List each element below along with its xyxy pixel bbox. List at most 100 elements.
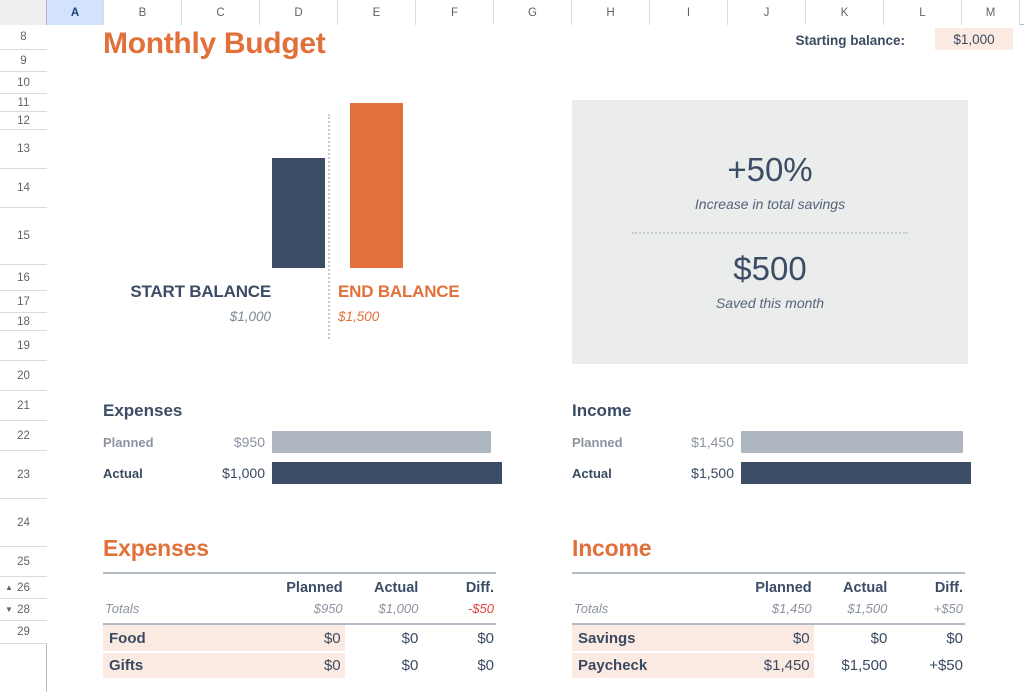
row-header-25[interactable]: 25 bbox=[0, 547, 47, 577]
comparison-income: Income Planned $1,450 Actual $1,500 bbox=[572, 401, 992, 493]
row-category[interactable]: Food bbox=[103, 625, 269, 653]
expenses-table: Planned Actual Diff. Totals $950 $1,000 … bbox=[103, 574, 496, 680]
column-header-c[interactable]: C bbox=[182, 0, 260, 25]
column-header-a[interactable]: A bbox=[47, 0, 104, 25]
expand-group-icon[interactable]: ▼ bbox=[5, 605, 13, 614]
row-planned[interactable]: $0 bbox=[269, 652, 345, 680]
totals-actual: $1,500 bbox=[847, 601, 888, 616]
totals-label: Totals bbox=[105, 601, 140, 616]
row-header-17[interactable]: 17 bbox=[0, 291, 47, 313]
row-header-28[interactable]: ▼ 28 bbox=[0, 599, 47, 621]
row-header-16[interactable]: 16 bbox=[0, 265, 47, 291]
savings-summary-panel: +50% Increase in total savings $500 Save… bbox=[572, 100, 968, 364]
column-header-j[interactable]: J bbox=[728, 0, 806, 25]
row-header-label: 11 bbox=[17, 96, 30, 109]
row-header-label: 14 bbox=[17, 182, 30, 194]
row-header-label: 12 bbox=[17, 114, 30, 127]
table-expenses: Expenses Planned Actual Diff. Totals $95… bbox=[103, 535, 496, 680]
column-header-e[interactable]: E bbox=[338, 0, 416, 25]
row-header-label: 13 bbox=[17, 143, 30, 155]
row-header-20[interactable]: 20 bbox=[0, 361, 47, 391]
row-category[interactable]: Gifts bbox=[103, 652, 269, 680]
column-header-h[interactable]: H bbox=[572, 0, 650, 25]
row-header-22[interactable]: 22 bbox=[0, 421, 47, 451]
comparison-amount: $950 bbox=[233, 434, 265, 450]
comparison-expenses-heading: Expenses bbox=[103, 401, 183, 420]
collapse-group-icon[interactable]: ▲ bbox=[5, 583, 13, 592]
comparison-amount: $1,450 bbox=[691, 434, 734, 450]
spreadsheet-app: ABCDEFGHIJKLM 8 9 10 11 12 13 14 15 16 17 18 19 20 21… bbox=[0, 0, 1024, 692]
table-row[interactable]: Food $0 $0 $0 bbox=[103, 625, 496, 653]
row-diff: +$50 bbox=[889, 652, 965, 680]
comparison-bar-planned bbox=[741, 431, 964, 453]
row-header-12[interactable]: 12 bbox=[0, 112, 47, 130]
panel-divider bbox=[632, 232, 908, 234]
row-header-9[interactable]: 9 bbox=[0, 50, 47, 72]
col-header-planned: Planned bbox=[755, 580, 812, 596]
row-header-10[interactable]: 10 bbox=[0, 72, 47, 94]
row-header-19[interactable]: 19 bbox=[0, 331, 47, 361]
totals-label: Totals bbox=[574, 601, 609, 616]
table-header-row: Planned Actual Diff. bbox=[103, 574, 496, 598]
table-row[interactable]: Gifts $0 $0 $0 bbox=[103, 652, 496, 680]
comparison-label: Actual bbox=[103, 465, 143, 481]
row-header-13[interactable]: 13 bbox=[0, 130, 47, 169]
select-all-corner[interactable] bbox=[0, 0, 47, 25]
row-actual[interactable]: $1,500 bbox=[813, 652, 890, 680]
column-header-m[interactable]: M bbox=[962, 0, 1020, 25]
row-header-label: 29 bbox=[17, 626, 30, 638]
row-actual[interactable]: $0 bbox=[344, 625, 421, 653]
row-header-26[interactable]: ▲ 26 bbox=[0, 577, 47, 599]
row-header-21[interactable]: 21 bbox=[0, 391, 47, 421]
col-header-actual: Actual bbox=[373, 580, 419, 596]
row-diff: $0 bbox=[420, 652, 496, 680]
column-header-g[interactable]: G bbox=[494, 0, 572, 25]
comparison-row: Actual $1,500 bbox=[572, 462, 992, 484]
bar-label-start-balance: START BALANCE bbox=[130, 282, 271, 301]
row-header-label: 17 bbox=[17, 295, 30, 308]
chart-divider bbox=[328, 114, 330, 339]
row-header-label: 8 bbox=[20, 31, 27, 43]
row-header-18[interactable]: 18 bbox=[0, 313, 47, 331]
row-planned[interactable]: $1,450 bbox=[738, 652, 814, 680]
col-header-planned: Planned bbox=[286, 580, 343, 596]
savings-amount-caption: Saved this month bbox=[715, 294, 825, 311]
comparison-row: Planned $1,450 bbox=[572, 431, 992, 453]
totals-planned: $950 bbox=[313, 601, 343, 616]
column-header-f[interactable]: F bbox=[416, 0, 494, 25]
row-header-11[interactable]: 11 bbox=[0, 94, 47, 112]
row-category[interactable]: Savings bbox=[572, 625, 738, 653]
table-income-heading: Income bbox=[572, 535, 652, 561]
row-actual[interactable]: $0 bbox=[344, 652, 421, 680]
column-header-l[interactable]: L bbox=[884, 0, 962, 25]
comparison-label: Planned bbox=[572, 434, 623, 450]
row-header-column: 8 9 10 11 12 13 14 15 16 17 18 19 20 21 22 23 24 25 ▲ 26 ▼ 28… bbox=[0, 25, 47, 692]
column-header-i[interactable]: I bbox=[650, 0, 728, 25]
row-header-14[interactable]: 14 bbox=[0, 169, 47, 208]
row-header-15[interactable]: 15 bbox=[0, 208, 47, 265]
totals-diff: -$50 bbox=[467, 601, 494, 616]
balance-bar-chart: START BALANCE END BALANCE $1,000 $1,500 bbox=[47, 99, 517, 364]
column-header-d[interactable]: D bbox=[260, 0, 338, 25]
row-header-29[interactable]: 29 bbox=[0, 621, 47, 644]
row-planned[interactable]: $0 bbox=[269, 625, 345, 653]
row-actual[interactable]: $0 bbox=[813, 625, 890, 653]
row-planned[interactable]: $0 bbox=[738, 625, 814, 653]
sheet-canvas: Monthly Budget Starting balance: $1,000 … bbox=[47, 25, 1024, 692]
row-header-label: 15 bbox=[17, 230, 30, 242]
column-header-b[interactable]: B bbox=[104, 0, 182, 25]
comparison-bar-actual bbox=[272, 462, 502, 484]
totals-diff: +$50 bbox=[933, 601, 963, 616]
starting-balance-value[interactable]: $1,000 bbox=[935, 28, 1013, 50]
col-header-diff: Diff. bbox=[465, 580, 494, 596]
row-header-label: 16 bbox=[17, 271, 30, 284]
table-row[interactable]: Savings $0 $0 $0 bbox=[572, 625, 965, 653]
table-row[interactable]: Paycheck $1,450 $1,500 +$50 bbox=[572, 652, 965, 680]
comparison-expenses: Expenses Planned $950 Actual $1,000 bbox=[103, 401, 523, 493]
totals-actual: $1,000 bbox=[378, 601, 419, 616]
column-header-k[interactable]: K bbox=[806, 0, 884, 25]
row-header-24[interactable]: 24 bbox=[0, 499, 47, 547]
row-header-23[interactable]: 23 bbox=[0, 451, 47, 499]
row-header-8[interactable]: 8 bbox=[0, 25, 47, 50]
row-category[interactable]: Paycheck bbox=[572, 652, 738, 680]
